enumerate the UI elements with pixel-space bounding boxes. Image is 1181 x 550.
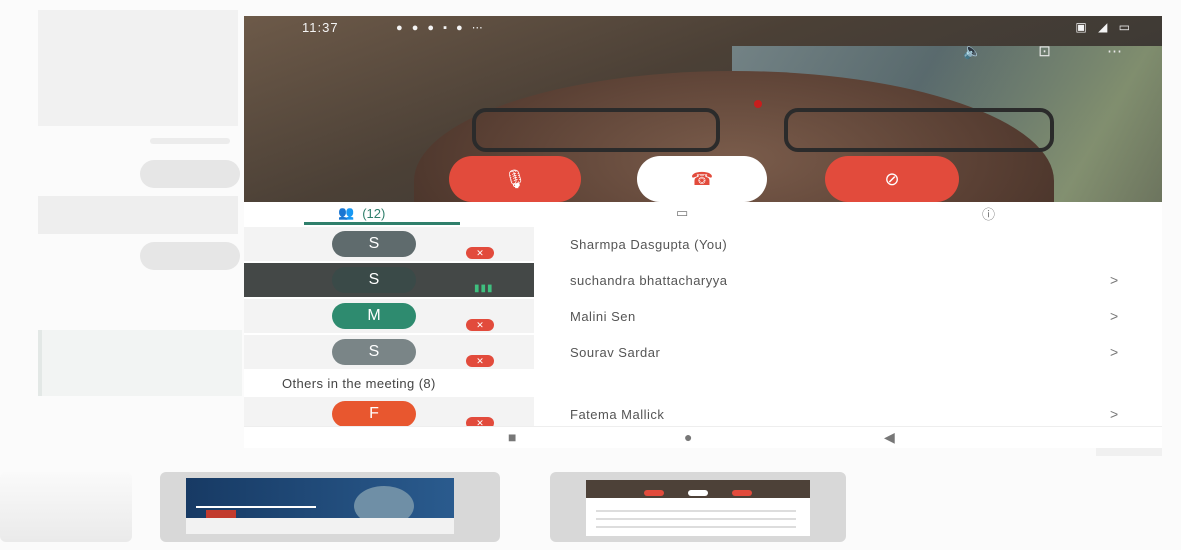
end-call-button[interactable]: ☎ — [637, 156, 767, 202]
avatar: S — [332, 267, 416, 293]
avatar: F — [332, 401, 416, 427]
participant-name: Malini Sen — [570, 309, 636, 324]
participant-list: S ✕ Sharmpa Dasgupta (You) S ▮▮▮ suchand… — [244, 225, 1162, 448]
thumbnail-banner-image — [186, 478, 454, 534]
mic-off-icon: 🎙 — [503, 168, 527, 189]
glasses-left — [472, 108, 720, 152]
people-icon: 👥 — [338, 205, 355, 220]
glasses-right — [784, 108, 1054, 152]
status-bar: 11:37 ● ● ● ▪ ● ⋯ ▣ ◢ ▭ — [244, 16, 1162, 38]
mic-muted-icon: ✕ — [466, 319, 494, 331]
banner-text-shape — [196, 484, 316, 508]
background-line — [150, 138, 230, 144]
muted-glyph: ✕ — [476, 319, 484, 330]
background-header — [38, 10, 238, 126]
participant-name: Fatema Mallick — [570, 407, 665, 422]
avatar-initial: M — [367, 307, 381, 324]
muted-glyph: ✕ — [476, 355, 484, 366]
tab-info[interactable]: ⓘ — [982, 202, 995, 224]
camera-off-icon: ⊘ — [884, 168, 900, 189]
participant-row[interactable]: S ✕ Sharmpa Dasgupta (You) — [244, 227, 1162, 261]
phone-screenshot: 11:37 ● ● ● ▪ ● ⋯ ▣ ◢ ▭ 🔈 ⊡ ⋯ 🎙 ☎ ⊘ 👥 (1… — [244, 16, 1162, 448]
participant-name: suchandra bhattacharyya — [570, 273, 728, 288]
system-icons: ▣ ◢ ▭ — [1075, 20, 1134, 34]
background-pill — [140, 160, 240, 188]
mic-muted-icon: ✕ — [466, 355, 494, 367]
recents-icon[interactable]: ■ — [508, 429, 516, 445]
tab-people[interactable]: 👥 (12) — [338, 202, 385, 224]
background-bar — [38, 196, 238, 234]
back-icon[interactable]: ◀ — [884, 429, 895, 446]
call-tabs: 👥 (12) ▭ ⓘ — [244, 202, 1162, 225]
chevron-right-icon[interactable]: > — [1110, 406, 1118, 422]
mic-muted-icon: ✕ — [466, 247, 494, 259]
notification-icons: ● ● ● ▪ ● ⋯ — [396, 22, 486, 34]
home-icon[interactable]: ● — [684, 429, 692, 445]
participant-name: Sourav Sardar — [570, 345, 661, 360]
avatar: S — [332, 231, 416, 257]
background-card — [38, 330, 242, 396]
others-section-label: Others in the meeting (8) — [282, 376, 436, 391]
thumbnail-call-screenshot[interactable] — [550, 472, 846, 542]
speaking-glyph: ▮▮▮ — [474, 283, 494, 294]
status-time: 11:37 — [302, 20, 339, 35]
chevron-right-icon[interactable]: > — [1110, 272, 1118, 288]
thumbnail-call-image — [586, 480, 810, 536]
thumb-button-shape — [644, 490, 664, 496]
call-top-icons: 🔈 ⊡ ⋯ — [911, 42, 1122, 60]
people-count: (12) — [362, 205, 386, 221]
avatar-initial: S — [368, 343, 380, 360]
muted-glyph: ✕ — [476, 247, 484, 258]
tab-chat[interactable]: ▭ — [676, 202, 688, 224]
avatar-initial: S — [368, 235, 380, 252]
background-pill — [140, 242, 240, 270]
participant-name: Sharmpa Dasgupta (You) — [570, 237, 728, 252]
banner-caption-shape — [186, 518, 454, 534]
banner-red-shape — [206, 510, 236, 518]
participant-row[interactable]: S ✕ Sourav Sardar > — [244, 335, 1162, 369]
thumbnail-document[interactable] — [0, 472, 132, 542]
end-call-icon: ☎ — [690, 168, 714, 189]
mute-mic-button[interactable]: 🎙 — [449, 156, 581, 202]
speaker-icon[interactable]: 🔈 — [963, 42, 982, 60]
thumbnail-banner[interactable] — [160, 472, 500, 542]
participant-row[interactable]: M ✕ Malini Sen > — [244, 299, 1162, 333]
speaking-indicator-icon: ▮▮▮ — [474, 283, 500, 295]
bindi — [754, 100, 762, 108]
more-icon[interactable]: ⋯ — [1107, 42, 1122, 60]
chat-icon: ▭ — [676, 205, 689, 220]
chevron-right-icon[interactable]: > — [1110, 308, 1118, 324]
chevron-right-icon[interactable]: > — [1110, 344, 1118, 360]
info-icon: ⓘ — [982, 206, 996, 222]
android-nav-bar: ■ ● ◀ — [244, 426, 1162, 448]
avatar: M — [332, 303, 416, 329]
video-feed: 11:37 ● ● ● ▪ ● ⋯ ▣ ◢ ▭ 🔈 ⊡ ⋯ 🎙 ☎ ⊘ — [244, 16, 1162, 202]
avatar-initial: F — [369, 405, 379, 422]
thumb-button-shape — [688, 490, 708, 496]
thumb-list-shape — [596, 504, 796, 534]
participant-row[interactable]: S ▮▮▮ suchandra bhattacharyya > — [244, 263, 1162, 297]
avatar: S — [332, 339, 416, 365]
switch-camera-icon[interactable]: ⊡ — [1038, 42, 1051, 60]
thumb-button-shape — [732, 490, 752, 496]
avatar-initial: S — [368, 271, 380, 288]
camera-off-button[interactable]: ⊘ — [825, 156, 959, 202]
